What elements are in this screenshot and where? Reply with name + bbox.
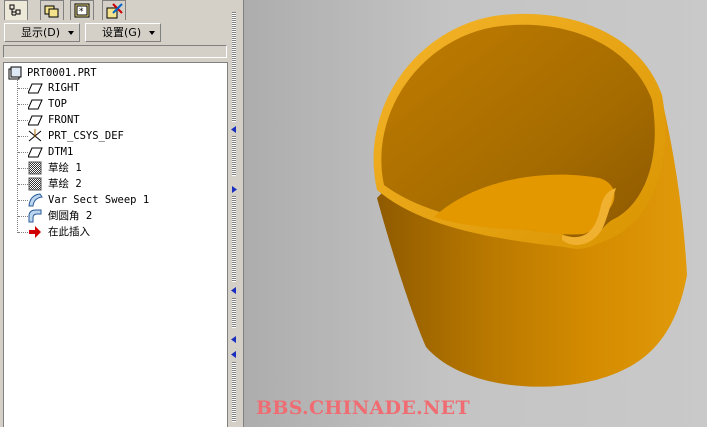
- navigator-tabs: *: [0, 0, 231, 22]
- datum-plane-icon: [28, 99, 43, 110]
- tree-item-label: Var Sect Sweep 1: [48, 194, 150, 206]
- tab-favorites[interactable]: *: [70, 0, 94, 20]
- sweep-icon: [28, 193, 43, 207]
- collapse-left-arrow-icon[interactable]: [231, 126, 237, 133]
- show-menu-label: 显示(D): [21, 26, 61, 39]
- model-tree[interactable]: PRT0001.PRT RIGHT TOP FRONT PRT_CSYS_DEF…: [3, 62, 228, 427]
- tab-connections[interactable]: [102, 0, 126, 20]
- expand-right-arrow-icon[interactable]: [231, 186, 237, 193]
- chevron-down-icon: [68, 31, 74, 35]
- cup-model[interactable]: [244, 0, 707, 427]
- datum-plane-icon: [28, 147, 43, 158]
- tree-item-label: TOP: [48, 98, 67, 110]
- tab-model-tree[interactable]: [4, 0, 28, 20]
- tree-item-label: PRT_CSYS_DEF: [48, 130, 124, 142]
- collapse-left-arrow-icon[interactable]: [231, 336, 237, 343]
- navigator-panel: * 显示(D) 设置(G) PRT0001.PRT RIGHT TOP FRON…: [0, 0, 231, 427]
- round-icon: [28, 209, 42, 223]
- tree-item-label: DTM1: [48, 146, 74, 158]
- model-tree-icon: [9, 4, 21, 16]
- tree-item-label: 倒圆角 2: [48, 210, 93, 222]
- datum-plane-icon: [28, 83, 43, 94]
- tree-item-label: 草绘 1: [48, 162, 82, 174]
- tree-item-label: 草绘 2: [48, 178, 82, 190]
- navigator-menu-bar: 显示(D) 设置(G): [0, 22, 231, 44]
- tree-connector-line: [17, 78, 18, 233]
- part-icon: [8, 66, 22, 80]
- sketch-icon: [28, 161, 42, 175]
- insert-here-arrow-icon: [29, 226, 41, 238]
- settings-menu-button[interactable]: 设置(G): [85, 23, 161, 42]
- tab-folder-browser[interactable]: [40, 0, 64, 20]
- settings-menu-label: 设置(G): [102, 26, 142, 39]
- favorites-icon: *: [74, 3, 90, 18]
- connections-icon: [106, 3, 123, 19]
- watermark-text: BBS.CHINADE.NET: [256, 397, 470, 419]
- chevron-down-icon: [149, 31, 155, 35]
- tree-item-label: 在此插入: [48, 226, 90, 238]
- folder-browser-icon: [44, 5, 59, 18]
- collapse-left-arrow-icon[interactable]: [231, 287, 237, 294]
- tree-filter-bar[interactable]: [3, 45, 227, 58]
- svg-text:*: *: [79, 7, 84, 17]
- sketch-icon: [28, 177, 42, 191]
- show-menu-button[interactable]: 显示(D): [4, 23, 80, 42]
- panel-splitter[interactable]: [231, 0, 244, 427]
- coordinate-system-icon: [28, 129, 42, 142]
- tree-item-label: FRONT: [48, 114, 80, 126]
- tree-item-label: RIGHT: [48, 82, 80, 94]
- graphics-viewport[interactable]: BBS.CHINADE.NET: [244, 0, 707, 427]
- datum-plane-icon: [28, 115, 43, 126]
- tree-root-label: PRT0001.PRT: [27, 67, 97, 79]
- collapse-left-arrow-icon[interactable]: [231, 351, 237, 358]
